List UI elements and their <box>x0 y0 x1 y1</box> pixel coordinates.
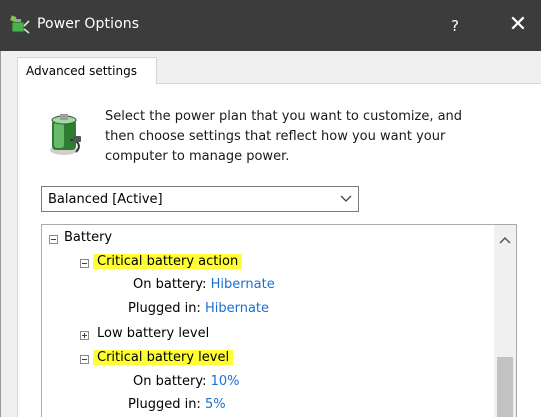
chevron-down-icon <box>340 192 352 204</box>
battery-plug-icon <box>46 110 86 158</box>
critical-action-label: Critical battery action <box>93 254 243 269</box>
scrollbar[interactable] <box>494 225 516 417</box>
collapse-icon[interactable] <box>80 259 89 268</box>
chevron-up-icon[interactable] <box>499 233 511 244</box>
tree-item-critical-battery-level[interactable]: Critical battery level <box>93 348 234 368</box>
close-button[interactable]: ✕ <box>498 9 538 41</box>
collapse-icon[interactable] <box>49 235 58 244</box>
tab-label: Advanced settings <box>26 64 137 78</box>
on-battery-label: On battery: <box>133 374 207 389</box>
on-battery-value[interactable]: Hibernate <box>211 277 275 292</box>
window-title: Power Options <box>37 16 140 32</box>
plugged-in-label: Plugged in: <box>128 397 201 412</box>
tree-item-on-battery[interactable]: On battery: 10% <box>133 372 240 392</box>
tree-item-low-battery-level[interactable]: Low battery level <box>97 324 209 344</box>
tree-item-on-battery[interactable]: On battery: Hibernate <box>133 275 275 295</box>
expand-icon[interactable] <box>80 331 89 340</box>
description-line: then choose settings that reflect how yo… <box>105 129 446 144</box>
tab-advanced-settings[interactable]: Advanced settings <box>17 57 157 84</box>
power-plan-value: Balanced [Active] <box>48 192 163 207</box>
power-plan-select[interactable]: Balanced [Active] <box>41 186 359 212</box>
description-line: computer to manage power. <box>105 149 290 164</box>
on-battery-label: On battery: <box>133 277 207 292</box>
plugged-in-label: Plugged in: <box>128 301 201 316</box>
description-line: Select the power plan that you want to c… <box>105 109 463 124</box>
on-battery-value[interactable]: 10% <box>211 374 240 389</box>
critical-level-label: Critical battery level <box>93 350 234 365</box>
settings-tree: Battery Critical battery action On batte… <box>41 224 517 417</box>
description-text: Select the power plan that you want to c… <box>105 107 525 167</box>
scrollbar-thumb[interactable] <box>497 357 513 417</box>
collapse-icon[interactable] <box>80 355 89 364</box>
tree-item-plugged-in[interactable]: Plugged in: Hibernate <box>128 299 269 319</box>
tree-item-plugged-in[interactable]: Plugged in: 5% <box>128 395 226 415</box>
tree-item-battery[interactable]: Battery <box>64 228 112 248</box>
plugged-in-value[interactable]: 5% <box>205 397 226 412</box>
power-options-icon <box>9 14 31 36</box>
title-bar: Power Options ? ✕ <box>0 0 541 51</box>
window-border <box>0 51 1 417</box>
plugged-in-value[interactable]: Hibernate <box>205 301 269 316</box>
help-button[interactable]: ? <box>437 12 473 40</box>
tree-item-critical-battery-action[interactable]: Critical battery action <box>93 252 243 272</box>
